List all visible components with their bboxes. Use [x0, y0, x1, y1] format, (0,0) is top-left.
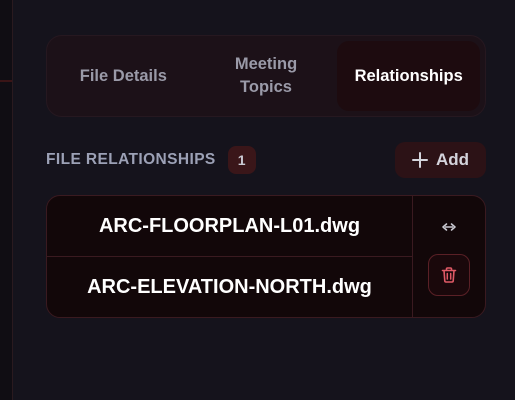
plus-icon [411, 152, 428, 168]
trash-icon [441, 267, 457, 283]
tab-bar: File Details Meeting Topics Relationship… [46, 35, 486, 117]
tab-relationships-label: Relationships [354, 66, 463, 85]
delete-relationship-button[interactable] [428, 254, 470, 296]
relationship-files: ARC-FLOORPLAN-L01.dwg ARC-ELEVATION-NORT… [47, 196, 412, 317]
section-header: FILE RELATIONSHIPS 1 Add [46, 142, 486, 178]
tab-meeting-topics[interactable]: Meeting Topics [195, 41, 338, 111]
tab-file-details[interactable]: File Details [52, 41, 195, 111]
tab-relationships[interactable]: Relationships [337, 41, 481, 111]
page: File Details Meeting Topics Relationship… [0, 0, 515, 400]
left-sidebar-edge [0, 0, 13, 400]
tab-meeting-topics-label: Meeting Topics [234, 55, 298, 96]
section-title: FILE RELATIONSHIPS [46, 151, 216, 168]
relationship-actions [412, 196, 485, 317]
target-file[interactable]: ARC-ELEVATION-NORTH.dwg [47, 256, 412, 317]
add-relationship-button[interactable]: Add [395, 142, 486, 178]
count-badge: 1 [227, 146, 256, 174]
bidirectional-arrow-icon [442, 223, 456, 231]
source-file[interactable]: ARC-FLOORPLAN-L01.dwg [47, 196, 412, 256]
relationships-panel: File Details Meeting Topics Relationship… [46, 35, 486, 318]
sidebar-divider [0, 80, 12, 82]
tab-file-details-label: File Details [79, 66, 167, 85]
add-button-label: Add [435, 150, 470, 169]
relationship-card: ARC-FLOORPLAN-L01.dwg ARC-ELEVATION-NORT… [46, 195, 486, 318]
